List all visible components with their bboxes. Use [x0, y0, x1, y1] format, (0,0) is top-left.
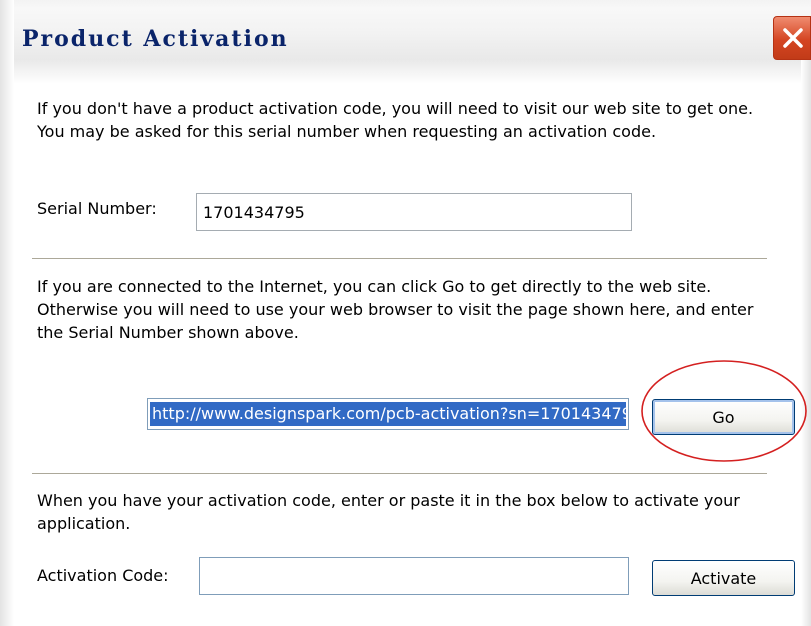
go-button[interactable]: Go: [652, 399, 795, 435]
close-button[interactable]: [773, 16, 811, 60]
activate-button[interactable]: Activate: [652, 560, 795, 596]
activation-code-field[interactable]: [199, 557, 629, 595]
window-left-border: [0, 0, 14, 626]
intro-text: If you don't have a product activation c…: [37, 99, 754, 141]
product-activation-dialog: Product Activation If you don't have a p…: [0, 0, 811, 626]
internet-instructions-text: If you are connected to the Internet, yo…: [37, 277, 754, 342]
activation-url-selected-text: http://www.designspark.com/pcb-activatio…: [150, 402, 626, 426]
activation-code-label: Activation Code:: [37, 566, 169, 585]
divider-top: [32, 258, 767, 260]
window-title: Product Activation: [22, 26, 289, 52]
window-right-border: [801, 60, 811, 626]
activation-instructions-text: When you have your activation code, ente…: [37, 491, 740, 533]
divider-bottom: [32, 473, 767, 475]
activation-url-field[interactable]: http://www.designspark.com/pcb-activatio…: [147, 398, 629, 430]
serial-number-label: Serial Number:: [37, 199, 157, 218]
close-icon: [783, 28, 803, 48]
serial-number-field[interactable]: [196, 193, 632, 231]
title-bar[interactable]: Product Activation: [0, 0, 811, 85]
